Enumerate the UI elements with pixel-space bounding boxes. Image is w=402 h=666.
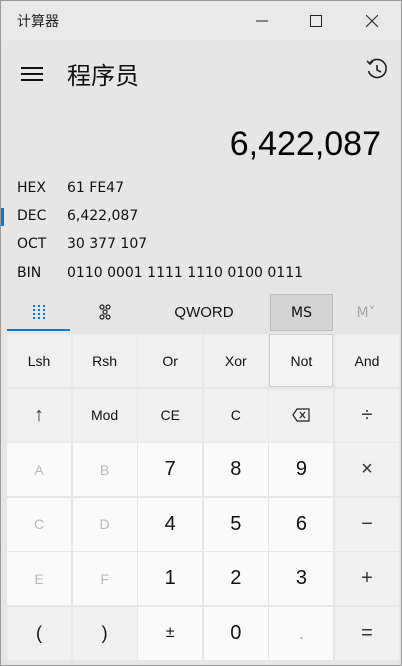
radix-label: DEC: [17, 208, 47, 224]
close-button[interactable]: [347, 1, 397, 41]
key-clear[interactable]: C: [203, 388, 268, 442]
word-size-button[interactable]: QWORD: [155, 294, 253, 331]
radix-value: 0110 0001 1111 1110 0100 0111: [67, 265, 304, 281]
key-lsh[interactable]: Lsh: [7, 334, 71, 387]
menu-icon[interactable]: [21, 67, 43, 81]
key-or[interactable]: Or: [138, 334, 203, 387]
key-f[interactable]: F: [72, 552, 137, 606]
backspace-icon: [292, 408, 310, 422]
key-divide[interactable]: ÷: [334, 388, 399, 442]
key-backspace[interactable]: [269, 388, 334, 442]
key-decimal[interactable]: .: [269, 606, 334, 660]
key-close-paren[interactable]: ): [72, 606, 137, 660]
key-equals[interactable]: =: [334, 606, 399, 660]
key-a[interactable]: A: [7, 443, 71, 497]
radix-label: HEX: [17, 180, 46, 196]
tab-bit-toggling[interactable]: [73, 293, 136, 331]
memory-store-button[interactable]: MS: [270, 294, 333, 331]
key-2[interactable]: 2: [203, 552, 268, 606]
bit-toggle-icon: [98, 304, 111, 320]
key-mod[interactable]: Mod: [72, 388, 137, 442]
radix-value: 6,422,087: [67, 208, 139, 224]
radix-bin-row[interactable]: BIN 0110 0001 1111 1110 0100 0111: [1, 260, 401, 288]
calculator-window: 计算器 程序员 6,422,087 HEX 61 FE47 DEC 6,422,…: [0, 0, 402, 666]
active-tab-underline: [7, 329, 70, 331]
radix-oct-row[interactable]: OCT 30 377 107: [1, 231, 401, 259]
radix-value: 30 377 107: [67, 236, 148, 252]
key-add[interactable]: +: [334, 552, 399, 606]
key-rsh[interactable]: Rsh: [72, 334, 137, 387]
close-icon: [366, 15, 378, 27]
key-clear-entry[interactable]: CE: [138, 388, 203, 442]
maximize-button[interactable]: [291, 1, 341, 41]
history-icon[interactable]: [365, 58, 389, 82]
key-subtract[interactable]: −: [334, 497, 399, 551]
keypad-grid-icon: [32, 305, 45, 319]
key-and[interactable]: And: [334, 334, 399, 387]
key-4[interactable]: 4: [138, 497, 203, 551]
key-multiply[interactable]: ×: [334, 443, 399, 497]
keypad: Lsh Rsh Or Xor Not And ↑ Mod CE C ÷ A B …: [7, 334, 399, 662]
key-9[interactable]: 9: [269, 443, 334, 497]
radix-value: 61 FE47: [67, 180, 124, 196]
key-negate[interactable]: ±: [138, 606, 203, 660]
radix-label: BIN: [17, 265, 42, 281]
page-title: 程序员: [67, 62, 139, 90]
memory-view-button[interactable]: M˅: [341, 294, 391, 331]
result-display: 6,422,087: [229, 125, 381, 163]
tab-full-keypad[interactable]: [7, 293, 70, 331]
radix-label: OCT: [17, 236, 47, 252]
title-bar[interactable]: 计算器: [1, 1, 401, 41]
key-1[interactable]: 1: [138, 552, 203, 606]
key-xor[interactable]: Xor: [203, 334, 268, 387]
key-c-hex[interactable]: C: [7, 497, 71, 551]
key-7[interactable]: 7: [138, 443, 203, 497]
maximize-icon: [310, 15, 322, 27]
app-title: 计算器: [17, 14, 59, 30]
minimize-icon: [256, 20, 268, 22]
radix-dec-row[interactable]: DEC 6,422,087: [1, 203, 401, 231]
key-not[interactable]: Not: [269, 334, 334, 387]
key-6[interactable]: 6: [269, 497, 334, 551]
key-3[interactable]: 3: [269, 552, 334, 606]
key-5[interactable]: 5: [203, 497, 268, 551]
selection-indicator: [1, 208, 4, 226]
key-open-paren[interactable]: (: [7, 606, 71, 660]
key-b[interactable]: B: [72, 443, 137, 497]
key-8[interactable]: 8: [203, 443, 268, 497]
key-d[interactable]: D: [72, 497, 137, 551]
radix-hex-row[interactable]: HEX 61 FE47: [1, 175, 401, 203]
key-0[interactable]: 0: [203, 606, 268, 660]
key-e[interactable]: E: [7, 552, 71, 606]
minimize-button[interactable]: [237, 1, 287, 41]
key-shift-up[interactable]: ↑: [7, 388, 71, 442]
